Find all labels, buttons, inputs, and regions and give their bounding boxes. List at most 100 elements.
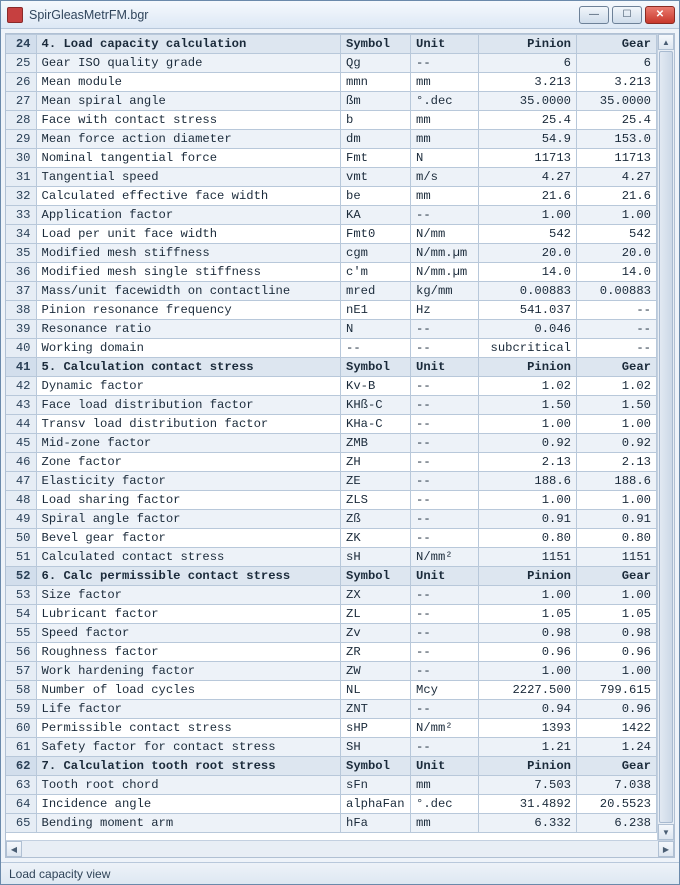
table-row[interactable]: 49Spiral angle factorZß--0.910.91: [6, 510, 657, 529]
row-number: 60: [6, 719, 36, 738]
cell-pin: 0.92: [479, 434, 577, 453]
cell-sym: alphaFan: [341, 795, 411, 814]
table-row[interactable]: 64Incidence anglealphaFan°.dec31.489220.…: [6, 795, 657, 814]
row-number: 25: [6, 54, 36, 73]
table-row[interactable]: 29Mean force action diameterdmmm54.9153.…: [6, 130, 657, 149]
cell-sym: KHß-C: [341, 396, 411, 415]
table-row[interactable]: 45Mid-zone factorZMB--0.920.92: [6, 434, 657, 453]
table-row[interactable]: 61Safety factor for contact stressSH--1.…: [6, 738, 657, 757]
cell-gear: --: [577, 301, 657, 320]
row-number: 34: [6, 225, 36, 244]
table-row[interactable]: 57Work hardening factorZW--1.001.00: [6, 662, 657, 681]
table-row[interactable]: 42Dynamic factorKv-B--1.021.02: [6, 377, 657, 396]
table-row[interactable]: 34Load per unit face widthFmt0N/mm542542: [6, 225, 657, 244]
cell-gear: 1.00: [577, 491, 657, 510]
table-row[interactable]: 28Face with contact stressbmm25.425.4: [6, 111, 657, 130]
cell-gear: 1.00: [577, 415, 657, 434]
scroll-right-icon[interactable]: ▶: [658, 841, 674, 857]
cell-param: Speed factor: [36, 624, 341, 643]
cell-param: Gear ISO quality grade: [36, 54, 341, 73]
cell-pin: 1.00: [479, 491, 577, 510]
table-row[interactable]: 38Pinion resonance frequencynE1Hz541.037…: [6, 301, 657, 320]
table-row[interactable]: 43Face load distribution factorKHß-C--1.…: [6, 396, 657, 415]
table-row[interactable]: 51Calculated contact stresssHN/mm²115111…: [6, 548, 657, 567]
cell-pin: 0.80: [479, 529, 577, 548]
vertical-scrollbar[interactable]: ▲ ▼: [657, 34, 674, 840]
table-row[interactable]: 59Life factorZNT--0.940.96: [6, 700, 657, 719]
table-row[interactable]: 32Calculated effective face widthbemm21.…: [6, 187, 657, 206]
cell-param: Tooth root chord: [36, 776, 341, 795]
table-row[interactable]: 30Nominal tangential forceFmtN1171311713: [6, 149, 657, 168]
table-row[interactable]: 65Bending moment armhFamm6.3326.238: [6, 814, 657, 833]
minimize-button[interactable]: —: [579, 6, 609, 24]
cell-pin: 1.05: [479, 605, 577, 624]
table-row[interactable]: 44Transv load distribution factorKHa-C--…: [6, 415, 657, 434]
table-row[interactable]: 35Modified mesh stiffnesscgmN/mm.µm20.02…: [6, 244, 657, 263]
table-row[interactable]: 37Mass/unit facewidth on contactlinemred…: [6, 282, 657, 301]
cell-gear: 20.5523: [577, 795, 657, 814]
table-row[interactable]: 39Resonance ratioN--0.046--: [6, 320, 657, 339]
row-number: 27: [6, 92, 36, 111]
cell-sym: ZE: [341, 472, 411, 491]
scroll-up-icon[interactable]: ▲: [658, 34, 674, 50]
table-row[interactable]: 40Working domain----subcritical--: [6, 339, 657, 358]
row-number: 37: [6, 282, 36, 301]
table-row[interactable]: 25Gear ISO quality gradeQg--66: [6, 54, 657, 73]
cell-gear: 6: [577, 54, 657, 73]
table-row[interactable]: 26Mean modulemmnmm3.2133.213: [6, 73, 657, 92]
table-row[interactable]: 627. Calculation tooth root stressSymbol…: [6, 757, 657, 776]
table-row[interactable]: 50Bevel gear factorZK--0.800.80: [6, 529, 657, 548]
table-row[interactable]: 526. Calc permissible contact stressSymb…: [6, 567, 657, 586]
close-button[interactable]: ✕: [645, 6, 675, 24]
cell-pin: 0.94: [479, 700, 577, 719]
table-row[interactable]: 56Roughness factorZR--0.960.96: [6, 643, 657, 662]
row-number: 65: [6, 814, 36, 833]
cell-gear: 6.238: [577, 814, 657, 833]
table-row[interactable]: 54Lubricant factorZL--1.051.05: [6, 605, 657, 624]
cell-sym: --: [341, 339, 411, 358]
cell-sym: Zv: [341, 624, 411, 643]
table-row[interactable]: 53Size factorZX--1.001.00: [6, 586, 657, 605]
table-row[interactable]: 31Tangential speedvmtm/s4.274.27: [6, 168, 657, 187]
row-number: 31: [6, 168, 36, 187]
table-row[interactable]: 58Number of load cyclesNLMcy2227.500799.…: [6, 681, 657, 700]
scroll-down-icon[interactable]: ▼: [658, 824, 674, 840]
cell-sym: vmt: [341, 168, 411, 187]
cell-param: Elasticity factor: [36, 472, 341, 491]
maximize-button[interactable]: ☐: [612, 6, 642, 24]
table-row[interactable]: 47Elasticity factorZE--188.6188.6: [6, 472, 657, 491]
cell-sym: Kv-B: [341, 377, 411, 396]
table-row[interactable]: 415. Calculation contact stressSymbolUni…: [6, 358, 657, 377]
row-number: 54: [6, 605, 36, 624]
cell-unit: --: [411, 434, 479, 453]
cell-unit: --: [411, 54, 479, 73]
cell-gear: 14.0: [577, 263, 657, 282]
row-number: 45: [6, 434, 36, 453]
horizontal-scrollbar[interactable]: ◀ ▶: [6, 840, 674, 857]
cell-unit: °.dec: [411, 795, 479, 814]
cell-pin: 1.00: [479, 415, 577, 434]
cell-unit: --: [411, 377, 479, 396]
cell-unit: Hz: [411, 301, 479, 320]
cell-sym: KHa-C: [341, 415, 411, 434]
cell-gear: 25.4: [577, 111, 657, 130]
cell-pin: 4.27: [479, 168, 577, 187]
cell-pin: 0.91: [479, 510, 577, 529]
table-row[interactable]: 63Tooth root chordsFnmm7.5037.038: [6, 776, 657, 795]
table-row[interactable]: 60Permissible contact stresssHPN/mm²1393…: [6, 719, 657, 738]
content-area: 244. Load capacity calculationSymbolUnit…: [5, 33, 675, 858]
table-row[interactable]: 36Modified mesh single stiffnessc'mN/mm.…: [6, 263, 657, 282]
table-row[interactable]: 33Application factorKA--1.001.00: [6, 206, 657, 225]
table-row[interactable]: 46Zone factorZH--2.132.13: [6, 453, 657, 472]
row-number: 40: [6, 339, 36, 358]
scroll-left-icon[interactable]: ◀: [6, 841, 22, 857]
cell-param: Modified mesh stiffness: [36, 244, 341, 263]
table-row[interactable]: 244. Load capacity calculationSymbolUnit…: [6, 35, 657, 54]
table-row[interactable]: 27Mean spiral angleßm°.dec35.000035.0000: [6, 92, 657, 111]
table-row[interactable]: 55Speed factorZv--0.980.98: [6, 624, 657, 643]
scroll-thumb[interactable]: [659, 51, 673, 823]
row-number: 39: [6, 320, 36, 339]
cell-gear: 1.50: [577, 396, 657, 415]
table-row[interactable]: 48Load sharing factorZLS--1.001.00: [6, 491, 657, 510]
cell-sym: ZR: [341, 643, 411, 662]
